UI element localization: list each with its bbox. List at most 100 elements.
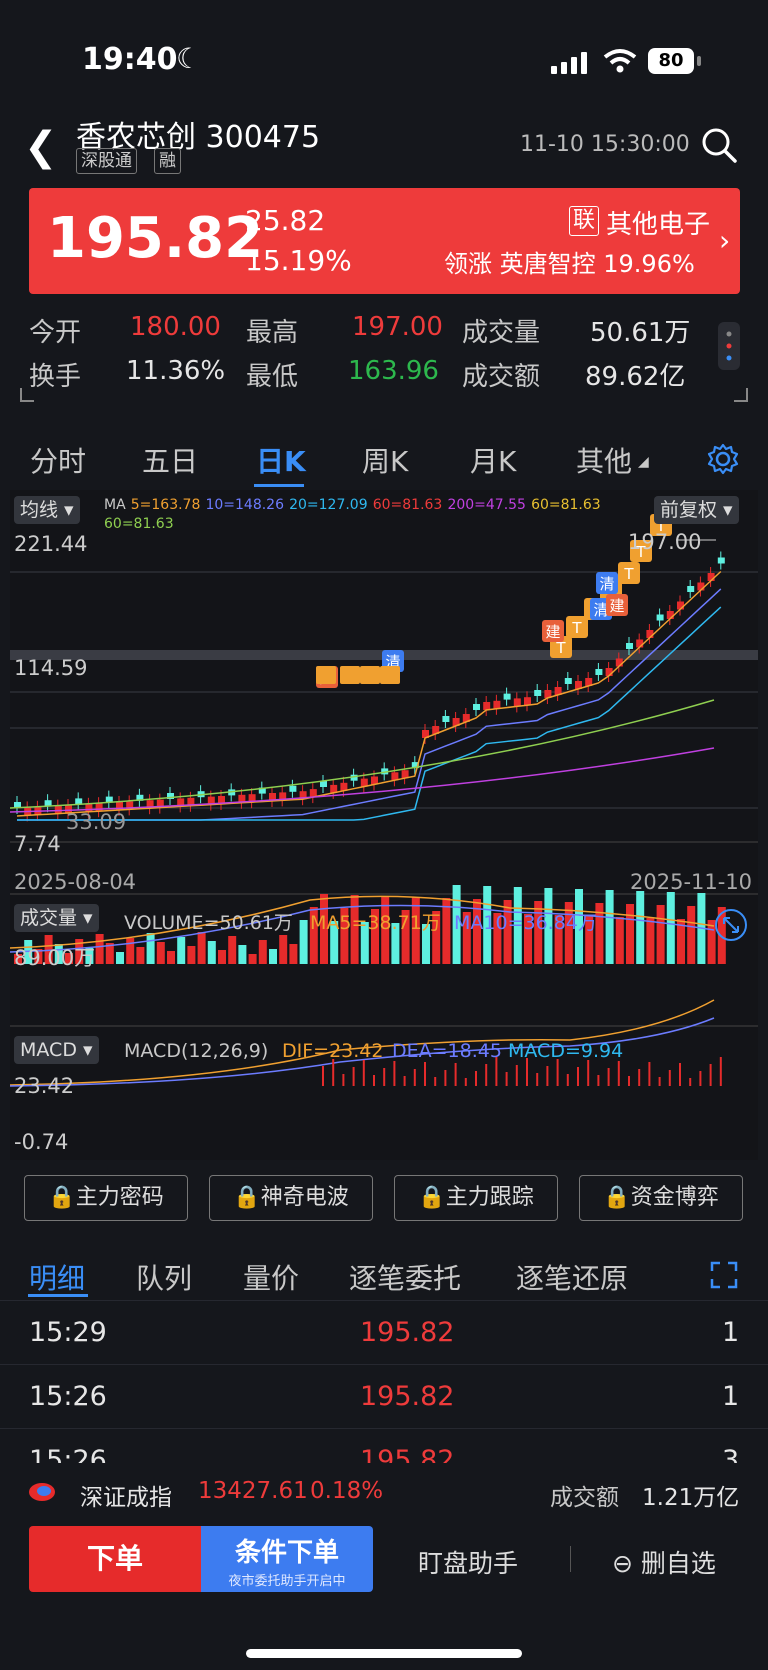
tick-time: 15:26 <box>29 1381 107 1412</box>
tab-order-replay[interactable]: 逐笔还原 <box>516 1257 628 1297</box>
sector-badge: 联 <box>569 206 600 236</box>
candle-body <box>493 700 501 709</box>
volume-bar <box>626 904 634 964</box>
tab-volume-price[interactable]: 量价 <box>243 1257 299 1297</box>
volume-bar <box>248 954 257 964</box>
ma20-value: 20=127.09 <box>289 497 368 513</box>
tick-row[interactable]: 15:26 195.82 1 <box>0 1364 768 1429</box>
monitor-helper-button[interactable]: 盯盘助手 <box>418 1544 518 1580</box>
macd-value: MACD=9.94 <box>508 1040 624 1062</box>
ma-legend: MA 5=163.78 10=148.26 20=127.09 60=81.63… <box>104 494 614 532</box>
tab-queue[interactable]: 队列 <box>136 1257 192 1297</box>
fullscreen-icon[interactable] <box>714 908 748 942</box>
candle-body <box>473 704 480 710</box>
volume-bar <box>279 935 288 964</box>
volume-bar <box>197 932 206 964</box>
quote-datetime: 11-10 15:30:00 <box>520 132 690 157</box>
tool-main-password[interactable]: 🔒主力密码 <box>24 1175 188 1221</box>
amount-value: 89.62亿 <box>585 362 686 392</box>
trade-marker <box>316 666 336 684</box>
conditional-order-button[interactable]: 条件下单 夜市委托助手开启中 <box>201 1526 373 1592</box>
tool-label: 主力跟踪 <box>445 1185 534 1210</box>
remove-watchlist-button[interactable]: ⊖ 删自选 <box>612 1544 716 1580</box>
trade-marker <box>340 666 360 684</box>
sector-leader: 领涨 英唐智控 19.96% <box>444 250 695 278</box>
volume-bar <box>258 940 267 964</box>
order-button[interactable]: 下单 <box>29 1526 201 1592</box>
tab-intraday[interactable]: 分时 <box>30 440 86 480</box>
tick-qty: 1 <box>722 1317 740 1348</box>
price-panel[interactable]: 195.82 25.82 15.19% 联 其他电子 领涨 英唐智控 19.96… <box>29 188 740 294</box>
candle-body <box>687 586 695 592</box>
clock: 19:40 <box>82 42 178 77</box>
tab-detail[interactable]: 明细 <box>29 1257 85 1297</box>
high-label: 最高 <box>246 318 299 348</box>
macd-dif: DIF=23.42 <box>282 1040 384 1062</box>
divider <box>570 1546 571 1572</box>
ma60b-value: 60=81.63 <box>531 497 601 513</box>
volume-selector-label: 成交量 <box>20 907 78 929</box>
sector-name[interactable]: 其他电子 <box>606 204 710 241</box>
status-bar: 19:40 ☾ 80 <box>0 0 768 110</box>
corner-bracket-icon <box>20 388 34 402</box>
tool-magic-wave[interactable]: 🔒神奇电波 <box>209 1175 373 1221</box>
battery-indicator: 80 <box>648 48 694 74</box>
tick-row[interactable]: 15:29 195.82 1 <box>0 1300 768 1365</box>
search-icon[interactable] <box>700 126 740 166</box>
volume-selector-button[interactable]: 成交量 ▾ <box>14 904 99 932</box>
volume-bar <box>116 952 124 964</box>
volume-bar <box>146 933 155 964</box>
candle-body <box>513 698 521 707</box>
macd-dea: DEA=18.45 <box>392 1040 502 1062</box>
corner-bracket-icon <box>734 388 748 402</box>
volume-bar <box>646 918 655 964</box>
chevron-right-icon[interactable]: › <box>719 224 730 257</box>
tool-fund-game[interactable]: 🔒资金博弈 <box>579 1175 743 1221</box>
tick-price: 195.82 <box>360 1317 455 1348</box>
price-change: 25.82 <box>245 204 326 237</box>
volume-bar <box>615 917 624 964</box>
macd-selector-label: MACD <box>20 1039 77 1061</box>
kline-chart[interactable]: TTTTTTT清清清建建建 均线 ▾ MA 5=163.78 10=148.26… <box>10 490 758 1160</box>
y-axis-mid: 114.59 <box>14 656 88 680</box>
conditional-order-sub: 夜市委托助手开启中 <box>228 1574 346 1589</box>
candle-body <box>626 643 633 649</box>
trade-marker-label: T <box>571 619 582 637</box>
volume-bar <box>228 936 237 964</box>
volume-ma5: MA5=38.71万 <box>310 912 441 934</box>
open-value: 180.00 <box>130 312 221 342</box>
ma60-value: 60=81.63 <box>372 497 443 513</box>
index-value: 13427.61 <box>198 1478 308 1504</box>
tab-order-by-order[interactable]: 逐笔委托 <box>349 1257 461 1297</box>
tag-shenzhen-connect: 深股通 <box>76 148 137 174</box>
volume-value-label: VOLUME=50.61万 <box>124 912 293 934</box>
stock-header: ❮ 香农芯创 300475 深股通 融 11-10 15:30:00 <box>0 110 768 185</box>
tab-daily-k[interactable]: 日K <box>256 440 306 480</box>
date-start: 2025-08-04 <box>14 870 137 894</box>
exchange-logo-icon <box>29 1483 55 1501</box>
index-pct: 0.18% <box>310 1478 384 1504</box>
more-menu-icon[interactable] <box>718 322 740 370</box>
settings-gear-icon[interactable] <box>706 442 740 476</box>
tab-monthly-k[interactable]: 月K <box>470 440 516 480</box>
tab-weekly-k[interactable]: 周K <box>362 440 408 480</box>
tick-qty: 1 <box>722 1381 740 1412</box>
lock-icon: 🔒 <box>48 1185 76 1210</box>
tab-five-day[interactable]: 五日 <box>142 440 198 480</box>
active-tab-indicator <box>254 484 304 487</box>
tool-main-tracking[interactable]: 🔒主力跟踪 <box>394 1175 558 1221</box>
back-arrow-icon[interactable]: ❮ <box>24 124 58 170</box>
volume-label: 成交量 <box>462 318 541 348</box>
index-amount: 1.21万亿 <box>642 1485 740 1511</box>
tab-other[interactable]: 其他 <box>576 440 632 480</box>
high-price-marker: 197.00 <box>628 530 702 554</box>
y-axis-bottom: 7.74 <box>14 832 61 856</box>
volume-ma10: MA10=36.84万 <box>454 912 597 934</box>
adjust-selector-button[interactable]: 前复权 ▾ <box>654 496 739 524</box>
expand-icon[interactable] <box>710 1261 738 1289</box>
candle-body <box>289 785 297 792</box>
macd-selector-button[interactable]: MACD ▾ <box>14 1036 99 1064</box>
index-ticker[interactable]: 深证成指 13427.61 0.18% 成交额 1.21万亿 <box>0 1463 768 1523</box>
ma-selector-button[interactable]: 均线 ▾ <box>14 496 80 524</box>
tick-price: 195.82 <box>360 1381 455 1412</box>
